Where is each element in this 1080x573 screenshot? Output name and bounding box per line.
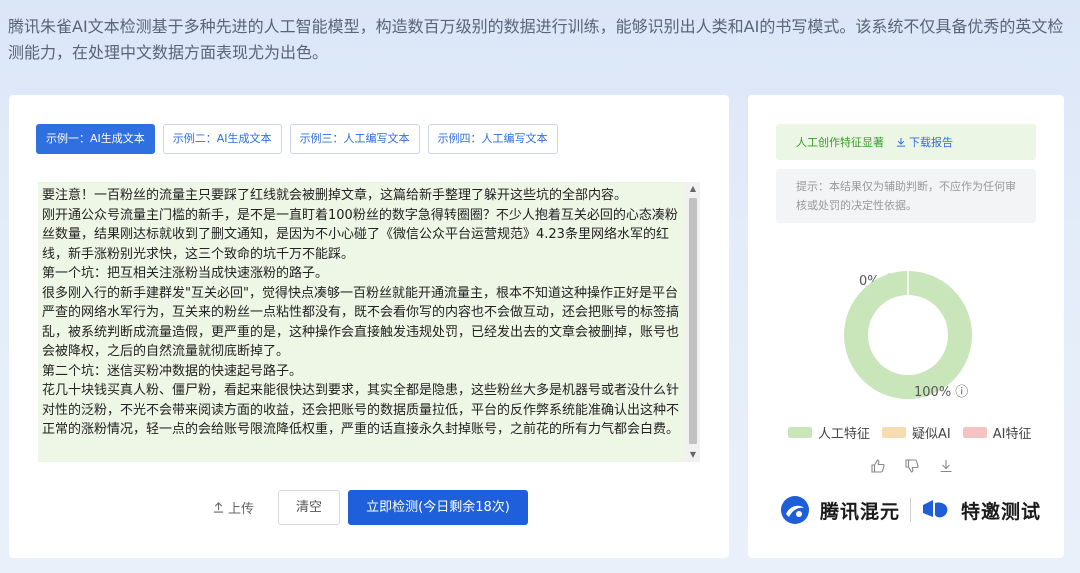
intro-text: 腾讯朱雀AI文本检测基于多种先进的人工智能模型，构造数百万级别的数据进行训练，能…	[8, 17, 1064, 62]
download-icon	[896, 137, 906, 147]
legend-swatch-human	[788, 427, 812, 438]
legend-item-human[interactable]: 人工特征	[788, 423, 870, 442]
scroll-down-icon[interactable]: ▼	[686, 448, 700, 462]
clear-button[interactable]: 清空	[278, 490, 341, 525]
scroll-up-icon[interactable]: ▲	[686, 182, 700, 196]
logo-divider	[910, 498, 912, 522]
result-banner: 人工创作特征显著 下载报告	[776, 124, 1036, 160]
legend-label-human: 人工特征	[818, 427, 871, 442]
upload-button[interactable]: 上传	[209, 490, 258, 525]
text-input-area[interactable]: 要注意！一百粉丝的流量主只要踩了红线就会被删掉文章，这篇给新手整理了躲开这些坑的…	[38, 182, 700, 462]
hunyuan-logo-text: 腾讯混元	[820, 500, 901, 523]
partner-logos: 腾讯混元 特邀测试	[780, 495, 1041, 525]
donut-slice-0[interactable]	[844, 271, 972, 399]
legend-swatch-suspect	[882, 427, 907, 438]
invite-logo-text: 特邀测试	[961, 500, 1042, 523]
scroll-thumb[interactable]	[689, 198, 697, 444]
hunyuan-logo-icon	[781, 496, 809, 524]
legend-item-ai[interactable]: AI特征	[962, 423, 1032, 442]
human-percent-label: 100% ⓘ	[914, 385, 969, 400]
input-panel: 示例一：AI生成文本 示例二：AI生成文本 示例三：人工编写文本 示例四：人工编…	[9, 95, 729, 558]
result-verdict: 人工创作特征显著	[796, 136, 884, 149]
input-text[interactable]: 要注意！一百粉丝的流量主只要踩了红线就会被删掉文章，这篇给新手整理了躲开这些坑的…	[38, 182, 700, 440]
hint-text: 提示：本结果仅为辅助判断，不应作为任何审核或处罚的决定性依据。	[776, 169, 1036, 223]
legend-label-ai: AI特征	[992, 427, 1032, 442]
invite-logo-icon	[923, 500, 948, 518]
feedback-bar	[870, 458, 954, 474]
result-panel: 人工创作特征显著 下载报告 提示：本结果仅为辅助判断，不应作为任何审核或处罚的决…	[748, 95, 1064, 558]
tab-example-2[interactable]: 示例二：AI生成文本	[162, 124, 282, 154]
thumbs-down-icon[interactable]	[904, 458, 920, 474]
download-label: 下载报告	[909, 136, 953, 149]
download-report-link[interactable]: 下载报告	[896, 134, 953, 150]
tab-example-3[interactable]: 示例三：人工编写文本	[289, 124, 420, 154]
legend-label-suspect: 疑似AI	[912, 427, 951, 442]
action-bar: 上传 清空 立即检测(今日剩余18次)	[209, 490, 529, 525]
thumbs-up-icon[interactable]	[870, 458, 886, 474]
download-result-icon[interactable]	[938, 458, 954, 474]
upload-label: 上传	[228, 502, 255, 517]
tab-example-1[interactable]: 示例一：AI生成文本	[36, 124, 155, 154]
legend-item-suspect[interactable]: 疑似AI	[882, 423, 951, 442]
upload-icon	[213, 502, 224, 513]
tab-example-4[interactable]: 示例四：人工编写文本	[427, 124, 558, 154]
legend-swatch-ai	[962, 427, 987, 438]
example-tabs: 示例一：AI生成文本 示例二：AI生成文本 示例三：人工编写文本 示例四：人工编…	[36, 124, 558, 154]
scrollbar[interactable]: ▲ ▼	[686, 182, 700, 462]
chart-legend: 人工特征 疑似AI AI特征	[788, 423, 1031, 442]
detect-button[interactable]: 立即检测(今日剩余18次)	[348, 490, 529, 525]
